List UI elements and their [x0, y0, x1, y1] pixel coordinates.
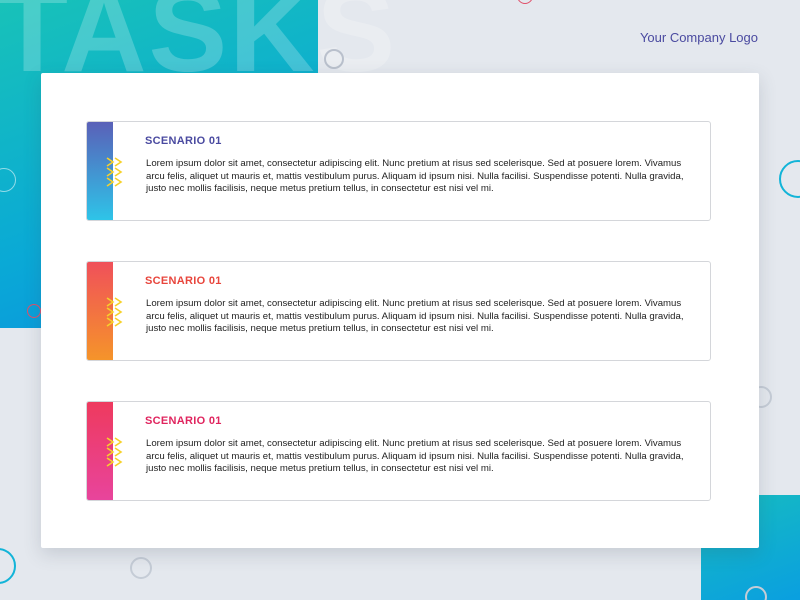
decorative-ring — [324, 49, 344, 69]
task-item: SCENARIO 01 Lorem ipsum dolor sit amet, … — [86, 121, 711, 221]
task-title: SCENARIO 01 — [145, 275, 222, 287]
chevron-stack-icon — [106, 157, 123, 187]
task-item: SCENARIO 01 Lorem ipsum dolor sit amet, … — [86, 261, 711, 361]
task-title: SCENARIO 01 — [145, 135, 222, 147]
decorative-ring — [0, 548, 16, 584]
task-description: Lorem ipsum dolor sit amet, consectetur … — [146, 158, 684, 195]
tasks-card: SCENARIO 01 Lorem ipsum dolor sit amet, … — [41, 73, 759, 548]
decorative-ring — [130, 557, 152, 579]
company-logo: Your Company Logo — [639, 30, 758, 45]
decorative-ring — [27, 304, 41, 318]
decorative-ring — [517, 0, 533, 4]
task-title: SCENARIO 01 — [145, 415, 222, 427]
decorative-ring — [779, 160, 800, 198]
task-item: SCENARIO 01 Lorem ipsum dolor sit amet, … — [86, 401, 711, 501]
chevron-stack-icon — [106, 297, 123, 327]
task-description: Lorem ipsum dolor sit amet, consectetur … — [146, 298, 684, 335]
task-description: Lorem ipsum dolor sit amet, consectetur … — [146, 438, 684, 475]
chevron-stack-icon — [106, 437, 123, 467]
